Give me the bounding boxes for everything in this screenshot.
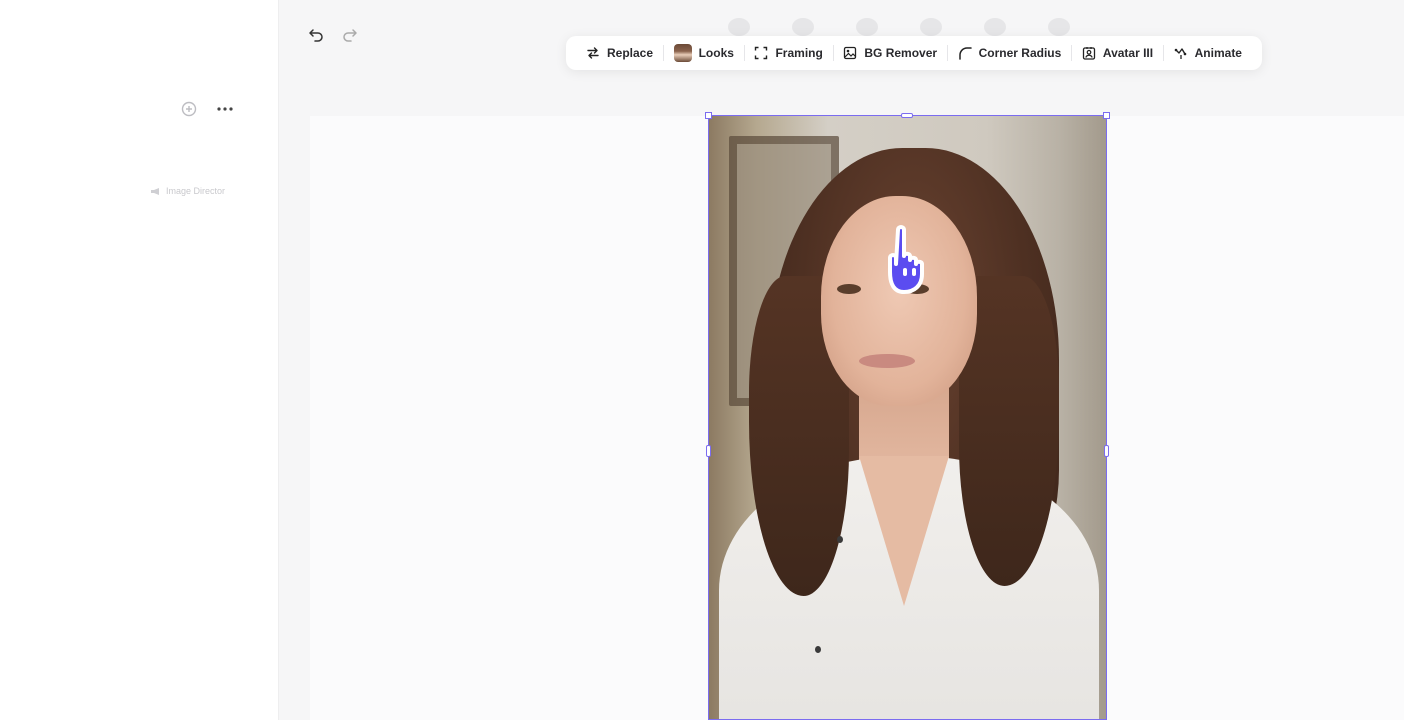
undo-button[interactable] <box>306 24 326 44</box>
image-director-link[interactable]: Image Director <box>150 186 225 196</box>
framing-icon <box>755 46 768 60</box>
replace-button[interactable]: Replace <box>576 40 663 66</box>
image-toolbar: Replace Looks Framing BG Remover Corner … <box>566 36 1262 70</box>
image-director-label: Image Director <box>166 186 226 196</box>
animate-label: Animate <box>1194 46 1242 60</box>
background-toolbar-ghost <box>728 18 1070 36</box>
shirt-button <box>837 536 843 543</box>
redo-icon <box>343 29 357 42</box>
looks-thumbnail <box>673 44 692 62</box>
replace-label: Replace <box>607 46 654 60</box>
history-controls <box>306 24 360 44</box>
shirt-button <box>815 646 821 653</box>
photo-mouth <box>859 354 915 368</box>
hand-pointer-cursor-icon <box>884 222 944 294</box>
panel-divider <box>278 0 279 720</box>
animate-button[interactable]: Animate <box>1164 40 1252 66</box>
resize-handle-top[interactable] <box>901 113 913 118</box>
selected-photo[interactable] <box>708 115 1107 720</box>
undo-icon <box>309 29 323 42</box>
animate-icon <box>1174 48 1186 59</box>
resize-handle-left[interactable] <box>706 445 711 457</box>
left-panel: Image Director <box>0 0 278 720</box>
redo-button[interactable] <box>340 24 360 44</box>
avatar-label: Avatar III <box>1102 46 1154 60</box>
framing-button[interactable]: Framing <box>744 40 832 66</box>
resize-handle-top-left[interactable] <box>705 112 712 119</box>
resize-handle-top-right[interactable] <box>1103 112 1110 119</box>
bg-remover-button[interactable]: BG Remover <box>833 40 947 66</box>
corner-radius-label: Corner Radius <box>978 46 1062 60</box>
megaphone-icon <box>151 187 159 195</box>
avatar-icon <box>1082 47 1095 60</box>
looks-label: Looks <box>698 46 734 60</box>
framing-label: Framing <box>775 46 823 60</box>
looks-button[interactable]: Looks <box>664 40 744 66</box>
corner-radius-icon <box>958 47 972 60</box>
corner-radius-button[interactable]: Corner Radius <box>948 40 1072 66</box>
panel-actions <box>178 98 236 120</box>
avatar-button[interactable]: Avatar III <box>1072 40 1163 66</box>
swap-arrows-icon <box>587 47 599 59</box>
photo-eye-left <box>837 284 861 294</box>
add-icon[interactable] <box>178 98 200 120</box>
resize-handle-right[interactable] <box>1104 445 1109 457</box>
bg-remover-label: BG Remover <box>864 46 938 60</box>
more-icon[interactable] <box>214 98 236 120</box>
bg-remover-icon <box>844 46 857 60</box>
